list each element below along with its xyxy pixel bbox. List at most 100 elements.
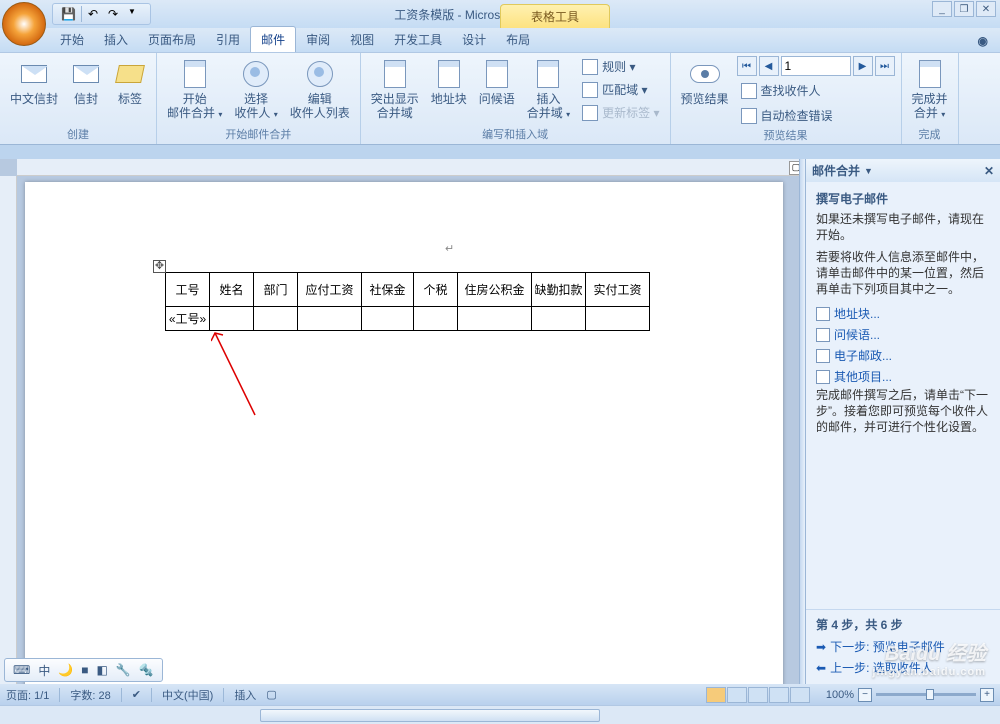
tab-布局[interactable]: 布局 — [496, 27, 540, 52]
start-merge-button[interactable]: 开始邮件合并 ▾ — [163, 56, 226, 124]
nav-last-button[interactable]: ⏭ — [875, 56, 895, 76]
next-step-link[interactable]: ➡ 下一步: 预览电子邮件 — [816, 636, 990, 657]
office-button[interactable] — [2, 2, 46, 46]
find-recipient-button[interactable]: 查找收件人 — [737, 80, 895, 101]
ime-toolbar[interactable]: ⌨ 中 🌙 ■ ◧ 🔧 🔩 — [4, 658, 163, 682]
address-block-button[interactable]: 地址块 — [427, 56, 471, 108]
qat-dropdown-icon[interactable]: ▼ — [128, 7, 142, 21]
auto-check-icon — [741, 108, 757, 124]
table-move-handle[interactable]: ✥ — [153, 260, 166, 273]
ime-item[interactable]: ■ — [81, 663, 88, 677]
table-cell[interactable] — [586, 307, 650, 331]
address-block-icon — [816, 307, 830, 321]
zoom-level[interactable]: 100% — [826, 689, 854, 701]
nav-next-button[interactable]: ▶ — [853, 56, 873, 76]
language-indicator[interactable]: 中文(中国) — [162, 687, 213, 703]
table-cell[interactable] — [210, 307, 254, 331]
finish-button[interactable]: 完成并合并 ▾ — [908, 56, 952, 124]
greeting-button[interactable]: 问候语 — [475, 56, 519, 108]
envelope-button[interactable]: 信封 — [66, 56, 106, 108]
minimize-button[interactable]: _ — [932, 1, 952, 17]
scrollbar-thumb[interactable] — [260, 709, 600, 722]
table-header-cell[interactable]: 缺勤扣款 — [532, 273, 586, 307]
table-cell[interactable] — [458, 307, 532, 331]
preview-button[interactable]: 预览结果 — [677, 56, 733, 108]
table-header-cell[interactable]: 住房公积金 — [458, 273, 532, 307]
tab-邮件[interactable]: 邮件 — [250, 26, 296, 52]
tab-审阅[interactable]: 审阅 — [296, 27, 340, 52]
outline-view[interactable] — [769, 687, 789, 703]
auto-check-button[interactable]: 自动检查错误 — [737, 105, 895, 126]
close-button[interactable]: ✕ — [976, 1, 996, 17]
table-cell[interactable] — [414, 307, 458, 331]
nav-prev-button[interactable]: ◀ — [759, 56, 779, 76]
full-screen-view[interactable] — [727, 687, 747, 703]
table-header-cell[interactable]: 工号 — [166, 273, 210, 307]
prev-step-link[interactable]: ⬅ 上一步: 选取收件人 — [816, 657, 990, 678]
table-header-cell[interactable]: 部门 — [254, 273, 298, 307]
table-cell[interactable] — [254, 307, 298, 331]
tp-link-address-block[interactable]: 地址块... — [816, 303, 990, 324]
zoom-slider[interactable] — [876, 693, 976, 696]
tab-插入[interactable]: 插入 — [94, 27, 138, 52]
zoom-in-button[interactable]: + — [980, 688, 994, 702]
insert-field-button[interactable]: 插入合并域 ▾ — [523, 56, 574, 124]
record-number-input[interactable] — [781, 56, 851, 76]
web-layout-view[interactable] — [748, 687, 768, 703]
ime-item[interactable]: 🌙 — [58, 663, 73, 677]
tab-开发工具[interactable]: 开发工具 — [384, 27, 452, 52]
table-cell[interactable] — [362, 307, 414, 331]
nav-first-button[interactable]: ⏮ — [737, 56, 757, 76]
labels-button[interactable]: 标签 — [110, 56, 150, 108]
zoom-out-button[interactable]: − — [858, 688, 872, 702]
help-icon[interactable]: ◉ — [974, 30, 992, 52]
table-cell[interactable] — [532, 307, 586, 331]
tp-link-more-items[interactable]: 其他项目... — [816, 366, 990, 387]
document-page[interactable]: ↵ ✥ 工号姓名部门应付工资社保金个税住房公积金缺勤扣款实付工资«工号» — [25, 182, 783, 684]
salary-table[interactable]: 工号姓名部门应付工资社保金个税住房公积金缺勤扣款实付工资 «工号» — [165, 272, 650, 331]
taskpane-menu-icon[interactable]: ▼ — [864, 166, 873, 176]
table-cell[interactable]: «工号» — [166, 307, 210, 331]
page-scroll-area[interactable]: ↵ ✥ 工号姓名部门应付工资社保金个税住房公积金缺勤扣款实付工资«工号» — [17, 176, 805, 684]
table-cell[interactable] — [298, 307, 362, 331]
vertical-ruler[interactable] — [0, 176, 17, 684]
tab-页面布局[interactable]: 页面布局 — [138, 27, 206, 52]
tab-设计[interactable]: 设计 — [452, 27, 496, 52]
ime-item[interactable]: 中 — [38, 662, 50, 679]
restore-button[interactable]: ❐ — [954, 1, 974, 17]
undo-icon[interactable]: ↶ — [88, 7, 102, 21]
tab-引用[interactable]: 引用 — [206, 27, 250, 52]
tab-开始[interactable]: 开始 — [50, 27, 94, 52]
tp-link-e-postage[interactable]: 电子邮政... — [816, 345, 990, 366]
table-header-cell[interactable]: 个税 — [414, 273, 458, 307]
table-header-cell[interactable]: 姓名 — [210, 273, 254, 307]
taskpane-header: 邮件合并 ▼ ✕ — [806, 159, 1000, 182]
tp-link-greeting[interactable]: 问候语... — [816, 324, 990, 345]
ime-item[interactable]: 🔩 — [139, 663, 154, 677]
rules-button[interactable]: 规则 ▾ — [578, 56, 663, 77]
save-icon[interactable]: 💾 — [61, 7, 75, 21]
tab-视图[interactable]: 视图 — [340, 27, 384, 52]
redo-icon[interactable]: ↷ — [108, 7, 122, 21]
edit-recipients-button[interactable]: 编辑收件人列表 — [286, 56, 354, 122]
highlight-fields-button[interactable]: 突出显示合并域 — [367, 56, 423, 122]
word-count[interactable]: 字数: 28 — [70, 687, 110, 703]
table-header-cell[interactable]: 社保金 — [362, 273, 414, 307]
proofing-icon[interactable]: ✔ — [132, 688, 141, 701]
ime-item[interactable]: ◧ — [97, 663, 108, 677]
ime-item[interactable]: 🔧 — [116, 663, 131, 677]
insert-mode[interactable]: 插入 — [234, 687, 256, 703]
select-recipients-button[interactable]: 选择收件人 ▾ — [230, 56, 281, 124]
horizontal-ruler[interactable]: ▢ — [17, 159, 805, 176]
table-header-cell[interactable]: 实付工资 — [586, 273, 650, 307]
horizontal-scrollbar[interactable] — [0, 705, 1000, 724]
macro-record-icon[interactable]: ▢ — [266, 688, 276, 701]
taskpane-close-icon[interactable]: ✕ — [984, 164, 994, 178]
cn-envelope-button[interactable]: 中文信封 — [6, 56, 62, 108]
print-layout-view[interactable] — [706, 687, 726, 703]
match-button[interactable]: 匹配域 ▾ — [578, 79, 663, 100]
draft-view[interactable] — [790, 687, 810, 703]
table-header-cell[interactable]: 应付工资 — [298, 273, 362, 307]
page-indicator[interactable]: 页面: 1/1 — [6, 687, 49, 703]
ime-logo-icon[interactable]: ⌨ — [13, 663, 30, 677]
